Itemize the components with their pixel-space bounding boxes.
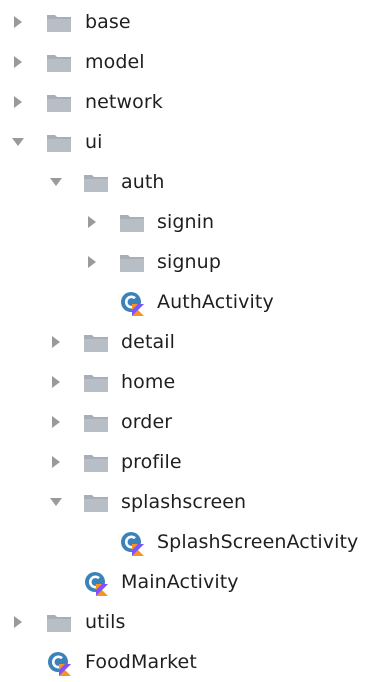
tree-item-utils[interactable]: utils <box>0 602 378 642</box>
tree-item-label: home <box>121 371 176 393</box>
tree-item-label: model <box>85 51 145 73</box>
chevron-right-icon[interactable] <box>48 334 64 350</box>
tree-item-label: base <box>85 11 131 33</box>
tree-item-label: splashscreen <box>121 491 247 513</box>
kotlin-class-icon <box>119 530 145 556</box>
folder-icon <box>83 372 109 394</box>
folder-icon <box>46 52 72 74</box>
tree-item-label: detail <box>121 331 176 353</box>
tree-item-signin[interactable]: signin <box>0 202 378 242</box>
chevron-right-icon[interactable] <box>84 254 100 270</box>
chevron-right-icon[interactable] <box>48 454 64 470</box>
chevron-down-icon[interactable] <box>48 174 64 190</box>
folder-icon <box>46 132 72 154</box>
tree-item-label: SplashScreenActivity <box>157 531 359 553</box>
tree-item-label: auth <box>121 171 165 193</box>
tree-item-signup[interactable]: signup <box>0 242 378 282</box>
tree-item-label: signin <box>157 211 215 233</box>
tree-item-label: FoodMarket <box>85 651 197 673</box>
tree-item-detail[interactable]: detail <box>0 322 378 362</box>
tree-item-base[interactable]: base <box>0 2 378 42</box>
kotlin-class-icon <box>46 650 72 676</box>
chevron-down-icon[interactable] <box>48 494 64 510</box>
tree-item-auth[interactable]: auth <box>0 162 378 202</box>
kotlin-class-icon <box>119 290 145 316</box>
tree-item-label: AuthActivity <box>157 291 274 313</box>
tree-item-splashscreen[interactable]: splashscreen <box>0 482 378 522</box>
chevron-right-icon[interactable] <box>10 14 26 30</box>
chevron-right-icon[interactable] <box>84 214 100 230</box>
tree-item-label: network <box>85 91 163 113</box>
folder-icon <box>119 212 145 234</box>
chevron-right-icon[interactable] <box>10 94 26 110</box>
tree-item-order[interactable]: order <box>0 402 378 442</box>
chevron-right-icon[interactable] <box>10 614 26 630</box>
chevron-right-icon[interactable] <box>48 414 64 430</box>
tree-item-food-market[interactable]: FoodMarket <box>0 642 378 682</box>
tree-item-label: MainActivity <box>121 571 239 593</box>
chevron-down-icon[interactable] <box>10 134 26 150</box>
folder-icon <box>83 172 109 194</box>
folder-icon <box>119 252 145 274</box>
tree-item-label: signup <box>157 251 221 273</box>
folder-icon <box>83 492 109 514</box>
folder-icon <box>46 92 72 114</box>
tree-item-home[interactable]: home <box>0 362 378 402</box>
folder-icon <box>83 332 109 354</box>
tree-item-profile[interactable]: profile <box>0 442 378 482</box>
chevron-right-icon[interactable] <box>10 54 26 70</box>
tree-item-network[interactable]: network <box>0 82 378 122</box>
tree-item-label: utils <box>85 611 126 633</box>
folder-icon <box>46 612 72 634</box>
tree-item-model[interactable]: model <box>0 42 378 82</box>
kotlin-class-icon <box>83 570 109 596</box>
tree-item-main-activity[interactable]: MainActivity <box>0 562 378 602</box>
tree-item-splash-screen-activity[interactable]: SplashScreenActivity <box>0 522 378 562</box>
chevron-right-icon[interactable] <box>48 374 64 390</box>
folder-icon <box>46 12 72 34</box>
tree-item-auth-activity[interactable]: AuthActivity <box>0 282 378 322</box>
tree-item-label: profile <box>121 451 182 473</box>
folder-icon <box>83 412 109 434</box>
tree-item-label: order <box>121 411 173 433</box>
project-tree: base model network ui auth signin signup… <box>0 0 378 677</box>
tree-item-label: ui <box>85 131 103 153</box>
tree-item-ui[interactable]: ui <box>0 122 378 162</box>
folder-icon <box>83 452 109 474</box>
